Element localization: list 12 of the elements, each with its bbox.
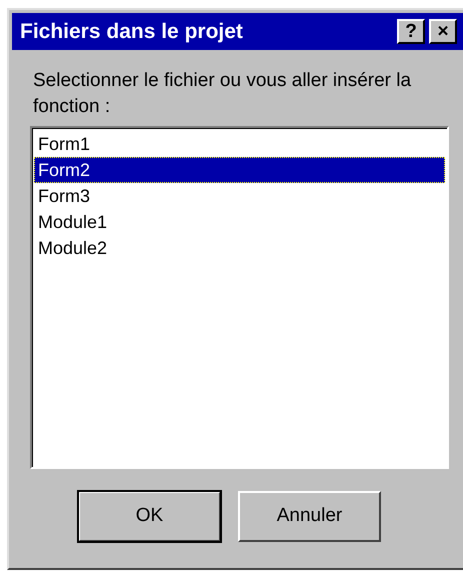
file-list[interactable]: Form1 Form2 Form3 Module1 Module2 <box>30 126 449 469</box>
help-button[interactable]: ? <box>397 19 425 44</box>
list-item[interactable]: Form1 <box>34 131 445 157</box>
list-item[interactable]: Module2 <box>34 235 445 261</box>
cancel-button[interactable]: Annuler <box>238 491 381 542</box>
ok-button[interactable]: OK <box>78 491 221 542</box>
instruction-text: Selectionner le fichier ou vous aller insérer la fonction : <box>33 69 412 119</box>
list-item[interactable]: Form2 <box>34 157 445 183</box>
list-item[interactable]: Module1 <box>34 209 445 235</box>
close-button[interactable]: × <box>429 19 457 44</box>
list-item[interactable]: Form3 <box>34 183 445 209</box>
window-title: Fichiers dans le projet <box>20 21 243 42</box>
